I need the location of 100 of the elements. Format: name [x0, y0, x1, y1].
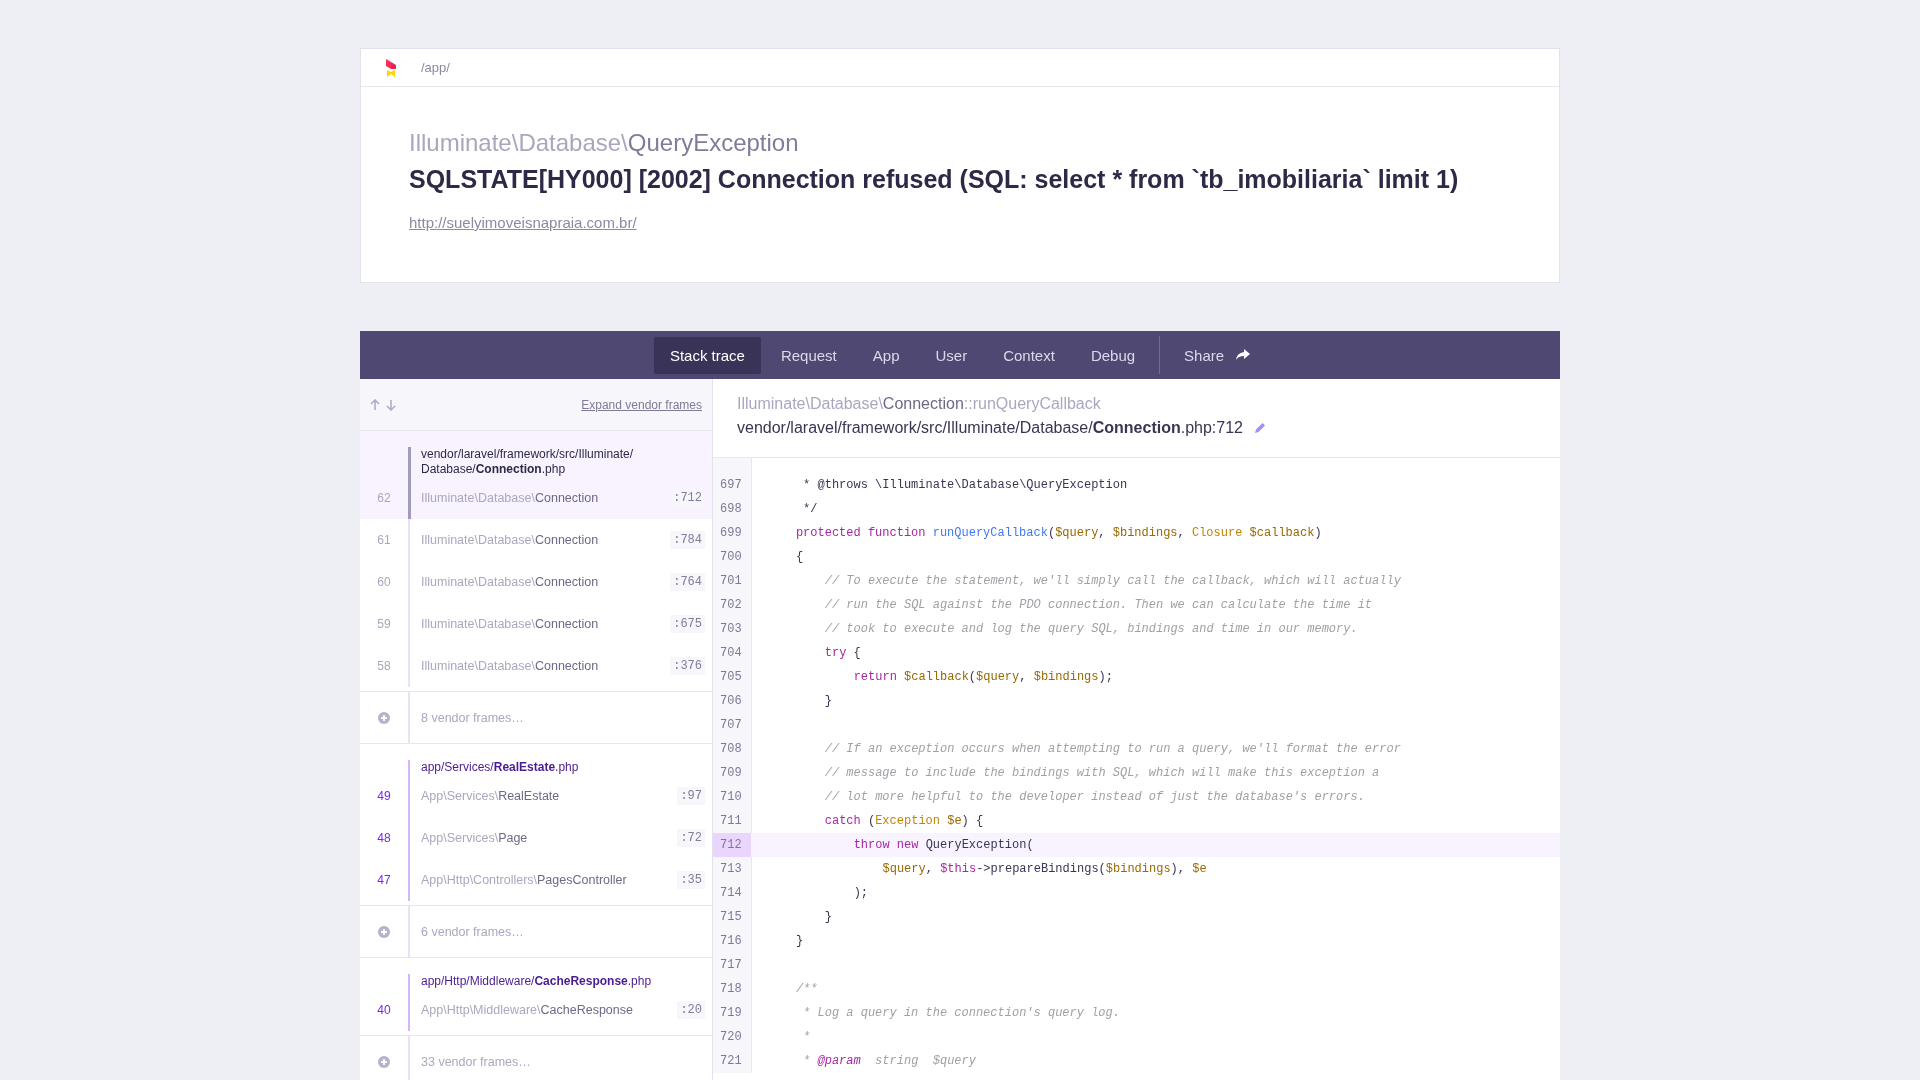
stack-frame[interactable]: vendor/laravel/framework/src/Illuminate/Database/Connection.php 62 Illuminate\Database\Connection :712: [360, 431, 712, 519]
request-url-link[interactable]: http://suelyimoveisnapraia.com.br/: [409, 214, 637, 231]
code-line: // took to execute and log the query SQL, bindings and time in our memory.: [824, 622, 1358, 636]
flame-logo-icon: [385, 58, 397, 77]
share-icon: [1236, 349, 1251, 361]
frame-line-number: :764: [670, 573, 705, 591]
frame-number: 59: [377, 617, 391, 631]
expand-vendor-frames-link[interactable]: Expand vendor frames: [581, 397, 702, 412]
frame-class: Illuminate\Database\Connection: [421, 491, 599, 505]
frame-file-path: vendor/laravel/framework/src/Illuminate/Database/Connection.php: [421, 447, 635, 477]
line-number: 717: [719, 957, 743, 974]
code-line: * Log a query in the connection's query log.: [803, 1006, 1120, 1020]
line-number: 701: [719, 573, 743, 590]
line-number: 699: [719, 525, 743, 542]
plus-circle-icon[interactable]: [378, 925, 390, 938]
code-line: throw new QueryException(: [853, 838, 1034, 852]
arrow-up-icon[interactable]: [370, 398, 380, 411]
frame-number: 61: [377, 533, 391, 547]
line-number: 700: [719, 549, 743, 566]
code-line: $query, $this->prepareBindings($bindings), $e: [882, 862, 1207, 876]
frame-class: Illuminate\Database\Connection: [421, 617, 599, 631]
stack-frame[interactable]: 59 Illuminate\Database\Connection :675: [360, 603, 712, 645]
frame-class: App\Services\Page: [421, 831, 528, 845]
code-line: // lot more helpful to the developer instead of just the database's errors.: [824, 790, 1365, 804]
code-line: * @param string $query: [803, 1054, 976, 1068]
code-line: * @throws \Illuminate\Database\QueryException: [803, 478, 1128, 492]
frame-number: 58: [377, 659, 391, 673]
arrow-down-icon[interactable]: [386, 398, 396, 411]
line-number: 709: [719, 765, 743, 782]
frame-file-path: app/Services/RealEstate.php: [421, 760, 580, 775]
line-number: 714: [719, 885, 743, 902]
frame-class: App\Services\RealEstate: [421, 789, 560, 803]
plus-circle-icon[interactable]: [378, 711, 390, 724]
code-line: // To execute the statement, we'll simply call the callback, which will actually: [824, 574, 1401, 588]
frame-file-path: app/Http/Middleware/CacheResponse.php: [421, 974, 653, 989]
code-line: {: [795, 550, 804, 564]
pencil-icon[interactable]: [1253, 421, 1267, 435]
code-line: try {: [824, 646, 861, 660]
stack-frame[interactable]: 48 App\Services\Page :72: [360, 817, 712, 859]
code-line: */: [803, 502, 818, 516]
source-file-path: vendor/laravel/framework/src/Illuminate/Database/Connection.php:712: [737, 419, 1243, 437]
frame-number: 62: [377, 491, 391, 505]
line-number: 697: [719, 477, 743, 494]
code-line: }: [795, 934, 804, 948]
line-number: 707: [719, 717, 743, 734]
frame-line-number: :784: [670, 531, 705, 549]
tab[interactable]: App: [856, 336, 916, 374]
line-number: 715: [719, 909, 743, 926]
code-line: catch (Exception $e) {: [824, 814, 984, 828]
code-line: return $callback($query, $bindings);: [853, 670, 1113, 684]
stack-frame[interactable]: 60 Illuminate\Database\Connection :764: [360, 561, 712, 603]
frame-number: 49: [377, 789, 391, 803]
line-number: 704: [719, 645, 743, 662]
line-number: 710: [719, 789, 743, 806]
frame-line-number: :35: [677, 871, 705, 889]
frame-class: Illuminate\Database\Connection: [421, 533, 599, 547]
code-line: // message to include the bindings with SQL, which will make this exception a: [824, 766, 1380, 780]
line-number: 721: [719, 1053, 743, 1070]
line-number: 702: [719, 597, 743, 614]
tab[interactable]: Request: [764, 336, 853, 374]
frame-method: Illuminate\Database\Connection::runQueryCallback: [737, 395, 1102, 413]
tab[interactable]: Context: [987, 336, 1071, 374]
plus-circle-icon[interactable]: [378, 1055, 390, 1068]
line-number: 711: [719, 813, 743, 830]
stack-frame[interactable]: 61 Illuminate\Database\Connection :784: [360, 519, 712, 561]
stack-frame[interactable]: 58 Illuminate\Database\Connection :376: [360, 645, 712, 687]
code-line: // run the SQL against the PDO connection. Then we can calculate the time it: [824, 598, 1373, 612]
line-number: 703: [719, 621, 743, 638]
line-number: 698: [719, 501, 743, 518]
code-line: /**: [795, 982, 818, 996]
stack-frame[interactable]: app/Http/Middleware/CacheResponse.php 40 App\Http\Middleware\CacheResponse :20: [360, 958, 712, 1031]
exception-class: Illuminate\Database\QueryException: [409, 129, 800, 157]
frame-number: 40: [377, 1003, 391, 1017]
stack-frame[interactable]: 47 App\Http\Controllers\PagesController :35: [360, 859, 712, 901]
code-line: protected function runQueryCallback($query, $bindings, Closure $callback): [795, 526, 1322, 540]
request-path: /app/: [421, 60, 450, 75]
frame-number: 48: [377, 831, 391, 845]
code-line: // If an exception occurs when attempting to run a query, we'll format the error: [824, 742, 1401, 756]
frame-line-number: :97: [677, 787, 705, 805]
stack-frame[interactable]: app/Services/RealEstate.php 49 App\Services\RealEstate :97: [360, 744, 712, 817]
line-number: 716: [719, 933, 743, 950]
share-button[interactable]: Share: [1168, 336, 1267, 374]
frame-line-number: :376: [670, 657, 705, 675]
tab[interactable]: Stack trace: [653, 336, 761, 374]
frame-line-number: :72: [677, 829, 705, 847]
line-number: 712: [713, 833, 751, 857]
frame-number: 47: [377, 873, 391, 887]
frame-line-number: :20: [677, 1001, 705, 1019]
line-number: 706: [719, 693, 743, 710]
tab[interactable]: User: [919, 336, 984, 374]
line-number: 720: [719, 1029, 743, 1046]
line-number: 718: [719, 981, 743, 998]
line-number: 708: [719, 741, 743, 758]
code-line: *: [803, 1030, 811, 1044]
tab[interactable]: Debug: [1074, 336, 1152, 374]
frame-number: 60: [377, 575, 391, 589]
line-number: 705: [719, 669, 743, 686]
frame-class: App\Http\Middleware\CacheResponse: [421, 1003, 633, 1017]
frame-line-number: :675: [670, 615, 705, 633]
line-number: 719: [719, 1005, 743, 1022]
